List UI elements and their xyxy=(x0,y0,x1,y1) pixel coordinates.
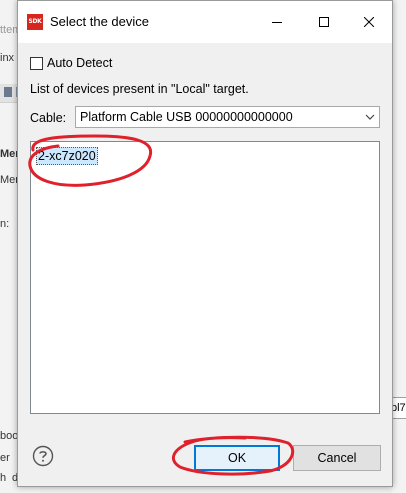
select-device-dialog: SDK Select the device Auto Detect List o… xyxy=(17,0,393,487)
bg-fragment: inx xyxy=(0,52,15,64)
device-list-item[interactable]: 2-xc7z020 xyxy=(36,147,98,165)
cable-label: Cable: xyxy=(30,111,67,125)
maximize-icon xyxy=(319,17,329,27)
sdk-app-icon: SDK xyxy=(27,14,43,30)
minimize-icon xyxy=(272,22,282,23)
dialog-title: Select the device xyxy=(50,14,150,29)
cable-select-value: Platform Cable USB 00000000000000 xyxy=(80,110,293,124)
bg-fragment: er xyxy=(0,452,10,464)
cable-select[interactable]: Platform Cable USB 00000000000000 xyxy=(75,106,380,128)
bg-fragment: h xyxy=(0,472,7,484)
ok-button[interactable]: OK xyxy=(194,445,280,471)
auto-detect-label[interactable]: Auto Detect xyxy=(47,56,112,70)
bg-fragment: boo xyxy=(0,430,19,442)
background-app-right xyxy=(392,0,406,493)
close-icon xyxy=(364,17,374,27)
device-list[interactable]: 2-xc7z020 xyxy=(30,141,380,414)
maximize-button[interactable] xyxy=(301,1,347,43)
cancel-button[interactable]: Cancel xyxy=(293,445,381,471)
auto-detect-row[interactable]: Auto Detect xyxy=(30,55,112,71)
device-list-info: List of devices present in "Local" targe… xyxy=(30,82,249,96)
bg-fragment: n: xyxy=(0,218,10,230)
chevron-down-icon xyxy=(365,114,375,120)
minimize-button[interactable] xyxy=(254,1,300,43)
help-icon[interactable] xyxy=(32,445,54,467)
auto-detect-checkbox[interactable] xyxy=(30,56,43,70)
bg-toolbar-icon xyxy=(4,87,12,97)
title-bar[interactable]: SDK Select the device xyxy=(18,1,392,43)
close-button[interactable] xyxy=(346,1,392,43)
